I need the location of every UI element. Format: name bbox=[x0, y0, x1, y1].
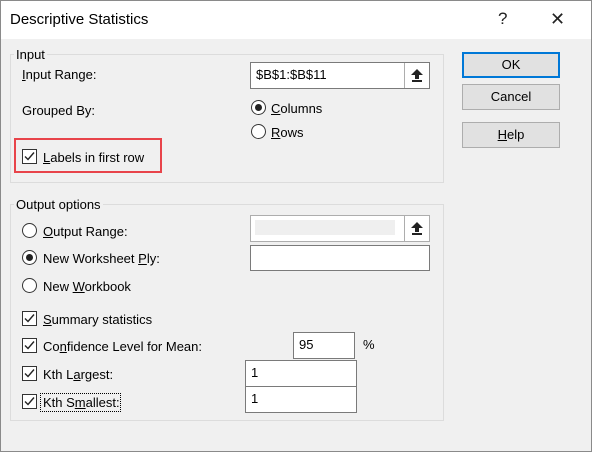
output-range-placeholder bbox=[255, 220, 395, 235]
checkmark-icon bbox=[24, 152, 35, 161]
rows-radio[interactable] bbox=[251, 124, 266, 139]
summary-statistics-label[interactable]: Summary statistics bbox=[43, 312, 152, 327]
ok-button[interactable]: OK bbox=[462, 52, 560, 78]
labels-in-first-row-label[interactable]: Labels in first row bbox=[43, 150, 144, 165]
title-bar: Descriptive Statistics ? ✕ bbox=[1, 1, 591, 39]
checkmark-icon bbox=[24, 369, 35, 378]
confidence-level-checkbox[interactable] bbox=[22, 338, 37, 353]
new-worksheet-ply-field[interactable] bbox=[250, 245, 430, 271]
confidence-percent-unit: % bbox=[363, 337, 375, 352]
input-range-value: $B$1:$B$11 bbox=[256, 67, 327, 82]
kth-largest-field[interactable]: 1 bbox=[245, 360, 357, 387]
checkmark-icon bbox=[24, 341, 35, 350]
kth-largest-checkbox[interactable] bbox=[22, 366, 37, 381]
rows-label[interactable]: Rows bbox=[271, 125, 304, 140]
kth-smallest-checkbox[interactable] bbox=[22, 394, 37, 409]
columns-radio[interactable] bbox=[251, 100, 266, 115]
columns-label[interactable]: Columns bbox=[271, 101, 322, 116]
output-range-collapse-button[interactable] bbox=[404, 216, 429, 241]
cancel-button[interactable]: Cancel bbox=[462, 84, 560, 110]
labels-in-first-row-checkbox[interactable] bbox=[22, 149, 37, 164]
kth-largest-value: 1 bbox=[251, 365, 259, 380]
kth-smallest-focus-outline bbox=[40, 393, 121, 412]
descriptive-statistics-dialog: Descriptive Statistics ? ✕ Input Input R… bbox=[0, 0, 592, 452]
new-worksheet-ply-label[interactable]: New Worksheet Ply: bbox=[43, 251, 160, 266]
output-range-field[interactable] bbox=[250, 215, 430, 242]
confidence-level-value: 95 bbox=[299, 337, 314, 352]
kth-smallest-field[interactable]: 1 bbox=[245, 386, 357, 413]
collapse-arrow-icon bbox=[411, 69, 423, 82]
new-worksheet-ply-radio[interactable] bbox=[22, 250, 37, 265]
collapse-arrow-icon bbox=[411, 222, 423, 235]
new-workbook-radio[interactable] bbox=[22, 278, 37, 293]
input-range-field[interactable]: $B$1:$B$11 bbox=[250, 62, 430, 89]
kth-largest-label[interactable]: Kth Largest: bbox=[43, 367, 113, 382]
confidence-level-label[interactable]: Confidence Level for Mean: bbox=[43, 339, 202, 354]
help-icon[interactable]: ? bbox=[498, 9, 507, 29]
confidence-level-field[interactable]: 95 bbox=[293, 332, 355, 359]
input-range-label: Input Range: bbox=[22, 67, 97, 82]
checkmark-icon bbox=[24, 397, 35, 406]
help-button[interactable]: Help bbox=[462, 122, 560, 148]
kth-smallest-value: 1 bbox=[251, 391, 259, 406]
output-options-legend: Output options bbox=[16, 197, 101, 212]
close-icon[interactable]: ✕ bbox=[550, 9, 565, 30]
input-group-legend: Input bbox=[16, 47, 45, 62]
grouped-by-label: Grouped By: bbox=[22, 103, 95, 118]
input-range-collapse-button[interactable] bbox=[404, 63, 429, 88]
checkmark-icon bbox=[24, 314, 35, 323]
dialog-title: Descriptive Statistics bbox=[10, 11, 149, 28]
output-range-label[interactable]: Output Range: bbox=[43, 224, 128, 239]
output-range-radio[interactable] bbox=[22, 223, 37, 238]
summary-statistics-checkbox[interactable] bbox=[22, 311, 37, 326]
new-workbook-label[interactable]: New Workbook bbox=[43, 279, 131, 294]
